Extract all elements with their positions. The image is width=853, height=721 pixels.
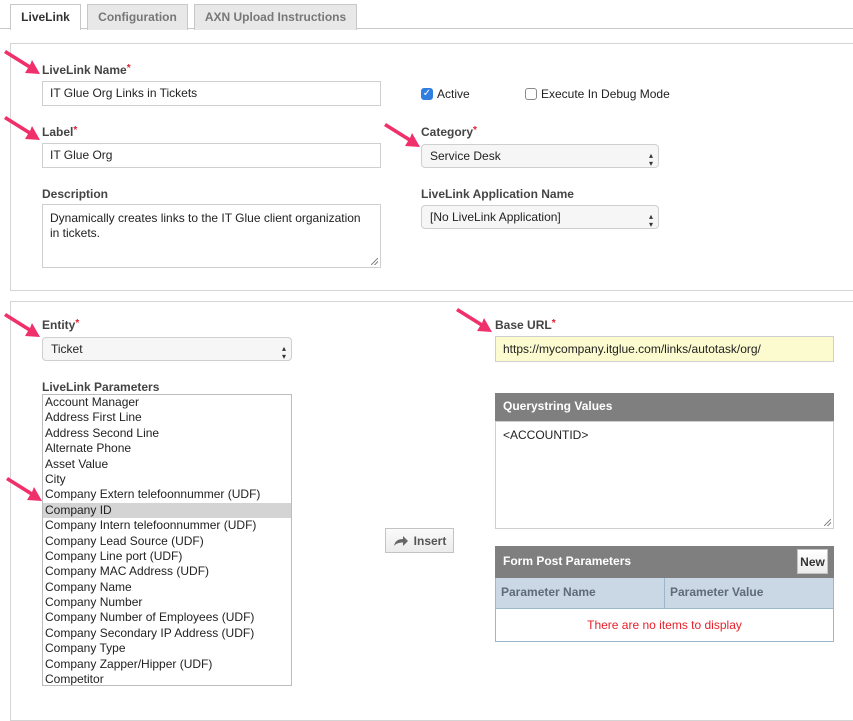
resize-grip-icon[interactable] bbox=[824, 519, 831, 526]
parameter-option[interactable]: Account Manager bbox=[43, 395, 291, 410]
column-header-parameter-name[interactable]: Parameter Name bbox=[496, 578, 665, 608]
parameter-option[interactable]: Address Second Line bbox=[43, 426, 291, 441]
empty-message: There are no items to display bbox=[496, 608, 833, 641]
insert-button-label: Insert bbox=[413, 533, 447, 548]
column-header-parameter-value[interactable]: Parameter Value bbox=[665, 578, 833, 608]
label-input[interactable]: IT Glue Org bbox=[42, 143, 381, 168]
parameter-option[interactable]: Company Zapper/Hipper (UDF) bbox=[43, 657, 291, 672]
entity-select[interactable]: Ticket ▴ ▾ bbox=[42, 337, 292, 361]
querystring-header: Querystring Values bbox=[495, 393, 834, 421]
application-name-select[interactable]: [No LiveLink Application] ▴ ▾ bbox=[421, 205, 659, 229]
parameter-option[interactable]: Company Line port (UDF) bbox=[43, 549, 291, 564]
tab-livelink[interactable]: LiveLink bbox=[10, 4, 81, 30]
debug-mode-label: Execute In Debug Mode bbox=[541, 87, 670, 101]
querystring-textarea[interactable]: <ACCOUNTID> bbox=[495, 421, 834, 529]
parameter-option[interactable]: Company Number of Employees (UDF) bbox=[43, 610, 291, 625]
livelink-parameters-listbox[interactable]: Account Manager Address First Line Address… bbox=[42, 394, 292, 686]
parameter-option[interactable]: Company Extern telefoonnummer (UDF) bbox=[43, 487, 291, 502]
entity-label: Entity* bbox=[42, 318, 80, 332]
checkmark-icon: ✓ bbox=[421, 88, 433, 100]
active-checkbox[interactable]: ✓ Active bbox=[421, 87, 470, 101]
form-post-header: Form Post Parameters bbox=[495, 546, 834, 578]
description-textarea[interactable]: Dynamically creates links to the IT Glue… bbox=[42, 204, 381, 268]
parameter-option[interactable]: Asset Value bbox=[43, 457, 291, 472]
category-select[interactable]: Service Desk ▴ ▾ bbox=[421, 144, 659, 168]
parameter-option[interactable]: City bbox=[43, 472, 291, 487]
category-label: Category* bbox=[421, 125, 477, 139]
form-post-grid: Parameter Name Parameter Value There are… bbox=[495, 578, 834, 642]
select-arrows-icon: ▴ ▾ bbox=[281, 344, 286, 361]
querystring-text: <ACCOUNTID> bbox=[503, 428, 589, 442]
resize-grip-icon[interactable] bbox=[371, 258, 378, 265]
application-select-value: [No LiveLink Application] bbox=[430, 210, 561, 224]
parameter-option[interactable]: Competitor bbox=[43, 672, 291, 685]
category-select-value: Service Desk bbox=[430, 149, 501, 163]
select-arrows-icon: ▴ ▾ bbox=[648, 212, 653, 229]
new-button-label: New bbox=[800, 554, 825, 569]
select-arrows-icon: ▴ ▾ bbox=[648, 151, 653, 168]
debug-mode-checkbox[interactable]: Execute In Debug Mode bbox=[525, 87, 670, 101]
tab-configuration[interactable]: Configuration bbox=[87, 4, 188, 30]
checkbox-box bbox=[525, 88, 537, 100]
tab-axn-upload-instructions[interactable]: AXN Upload Instructions bbox=[194, 4, 357, 30]
livelink-name-input[interactable]: IT Glue Org Links in Tickets bbox=[42, 81, 381, 106]
parameter-option[interactable]: Company Name bbox=[43, 580, 291, 595]
description-label: Description bbox=[42, 187, 109, 201]
label-field-label: Label* bbox=[42, 125, 78, 139]
entity-select-value: Ticket bbox=[51, 342, 83, 356]
description-text: Dynamically creates links to the IT Glue… bbox=[50, 211, 361, 240]
parameter-option[interactable]: Company MAC Address (UDF) bbox=[43, 564, 291, 579]
parameter-option[interactable]: Company Intern telefoonnummer (UDF) bbox=[43, 518, 291, 533]
form-post-title: Form Post Parameters bbox=[503, 554, 632, 568]
tab-bar: LiveLink Configuration AXN Upload Instru… bbox=[0, 0, 853, 30]
parameter-option[interactable]: Company ID bbox=[43, 502, 291, 519]
livelink-name-label: LiveLink Name* bbox=[42, 63, 131, 77]
parameter-option[interactable]: Company Lead Source (UDF) bbox=[43, 534, 291, 549]
base-url-input[interactable]: https://mycompany.itglue.com/links/autot… bbox=[495, 336, 834, 362]
parameter-option[interactable]: Company Number bbox=[43, 595, 291, 610]
base-url-label: Base URL* bbox=[495, 318, 556, 332]
arrow-right-icon bbox=[393, 535, 408, 546]
parameter-option[interactable]: Alternate Phone bbox=[43, 441, 291, 456]
parameter-option[interactable]: Company Secondary IP Address (UDF) bbox=[43, 626, 291, 641]
active-checkbox-label: Active bbox=[437, 87, 470, 101]
insert-button[interactable]: Insert bbox=[385, 528, 454, 553]
new-parameter-button[interactable]: New bbox=[797, 549, 828, 574]
application-name-label: LiveLink Application Name bbox=[421, 187, 574, 201]
parameter-option[interactable]: Company Type bbox=[43, 641, 291, 656]
parameter-option[interactable]: Address First Line bbox=[43, 410, 291, 425]
livelink-parameters-label: LiveLink Parameters bbox=[42, 380, 160, 394]
